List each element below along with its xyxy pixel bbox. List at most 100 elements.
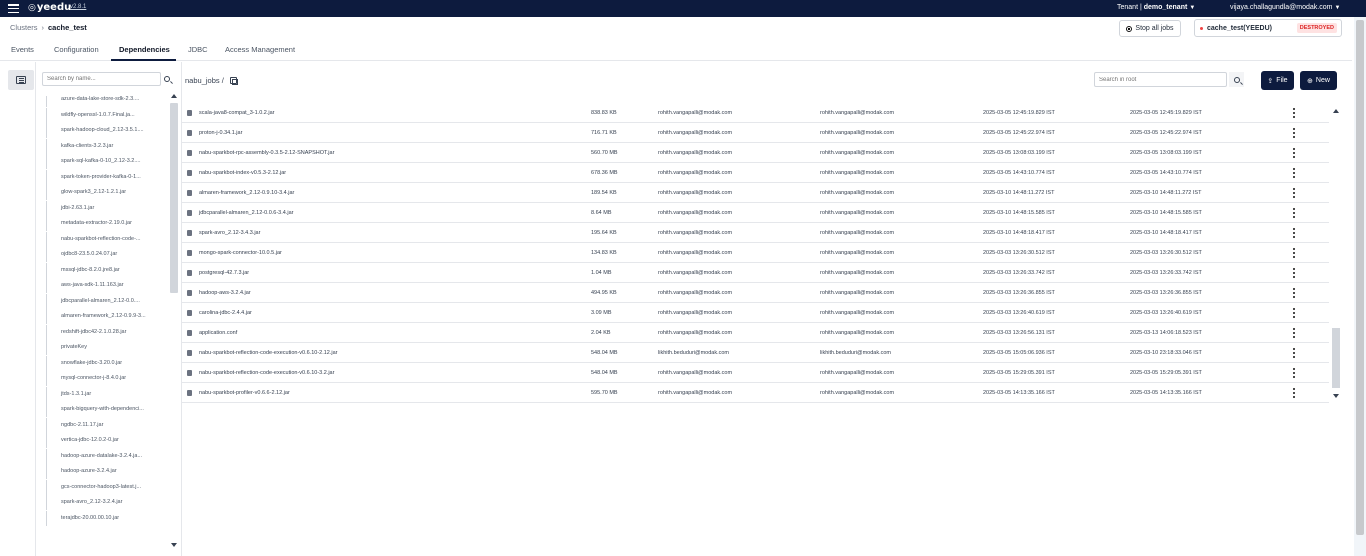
file-name: spark-avro_2.12-3.4.3.jar: [199, 230, 261, 236]
sidebar-file-item[interactable]: mysql-connector-j-8.4.0.jar: [46, 371, 168, 386]
more-options-icon[interactable]: [1292, 168, 1296, 178]
more-options-icon[interactable]: [1292, 148, 1296, 158]
more-options-icon[interactable]: [1292, 208, 1296, 218]
user-menu[interactable]: vijaya.challagundla@modak.com ▼: [1230, 4, 1340, 11]
sidebar-file-item[interactable]: spark-token-provider-kafka-0-1...: [46, 169, 168, 185]
table-row[interactable]: nabu-sparkbot-rpc-assembly-0.3.5-2.12-SN…: [182, 143, 1329, 163]
toggle-sidebar-button[interactable]: [8, 70, 34, 90]
sidebar-file-item[interactable]: hadoop-azure-3.2.4.jar: [46, 464, 168, 479]
file-size: 595.70 MB: [591, 390, 618, 396]
file-icon: [187, 370, 192, 376]
table-row[interactable]: postgresql-42.7.3.jar 1.04 MB rohith.vanga…: [182, 263, 1329, 283]
more-options-icon[interactable]: [1292, 128, 1296, 138]
tenant-selector[interactable]: Tenant | demo_tenant ▼: [1117, 4, 1195, 11]
sidebar-file-item[interactable]: gcs-connector-hadoop3-latest.j...: [46, 479, 168, 495]
more-options-icon[interactable]: [1292, 348, 1296, 358]
more-options-icon[interactable]: [1292, 248, 1296, 258]
table-scrollbar-thumb[interactable]: [1332, 328, 1340, 388]
page-scrollbar-thumb[interactable]: [1356, 20, 1364, 535]
created-by: rohith.vangapalli@modak.com: [658, 110, 733, 116]
sidebar-file-item[interactable]: jdbi-2.63.1.jar: [46, 200, 168, 216]
more-options-icon[interactable]: [1292, 288, 1296, 298]
created-by: rohith.vangapalli@modak.com: [658, 310, 733, 316]
tab-events[interactable]: Events: [11, 45, 34, 54]
root-search-button[interactable]: [1229, 72, 1244, 87]
breadcrumb-clusters[interactable]: Clusters: [10, 23, 38, 32]
table-row[interactable]: nabu-sparkbot-reflection-code-execution-…: [182, 363, 1329, 383]
sidebar-file-item[interactable]: almaren-framework_2.12-0.9.9-3...: [46, 309, 168, 324]
brand-logo[interactable]: ◎yeedu: [28, 2, 71, 13]
sidebar-file-item[interactable]: spark-avro_2.12-3.2.4.jar: [46, 495, 168, 510]
tab-access-management[interactable]: Access Management: [225, 45, 295, 54]
sidebar-file-item[interactable]: jdbcparallel-almaren_2.12-0.0....: [46, 293, 168, 309]
scroll-up-icon[interactable]: [1333, 109, 1339, 113]
table-row[interactable]: almaren-framework_2.12-0.9.10-3.4.jar 189…: [182, 183, 1329, 203]
copy-icon[interactable]: [229, 77, 238, 85]
sidebar-file-item[interactable]: metadata-extractor-2.19.0.jar: [46, 216, 168, 231]
more-options-icon[interactable]: [1292, 228, 1296, 238]
sidebar-file-item[interactable]: mssql-jdbc-8.2.0.jre8.jar: [46, 262, 168, 278]
tab-configuration[interactable]: Configuration: [54, 45, 99, 54]
more-options-icon[interactable]: [1292, 188, 1296, 198]
created-at: 2025-03-05 12:45:22.974 IST: [983, 130, 1055, 136]
table-row[interactable]: nabu-sparkbot-reflection-code-execution-…: [182, 343, 1329, 363]
tab-jdbc[interactable]: JDBC: [188, 45, 208, 54]
more-options-icon[interactable]: [1292, 268, 1296, 278]
stop-all-jobs-button[interactable]: Stop all jobs: [1119, 20, 1181, 37]
table-row[interactable]: application.conf 2.04 KB rohith.vangapalli…: [182, 323, 1329, 343]
sidebar-file-item[interactable]: redshift-jdbc42-2.1.0.28.jar: [46, 324, 168, 340]
sidebar-file-item[interactable]: jtds-1.3.1.jar: [46, 386, 168, 402]
more-options-icon[interactable]: [1292, 108, 1296, 118]
sidebar-file-item[interactable]: privateKey: [46, 340, 168, 355]
table-row[interactable]: carolina-jdbc-2.4.4.jar 3.09 MB rohith.van…: [182, 303, 1329, 323]
sidebar-file-item[interactable]: kafka-clients-3.2.3.jar: [46, 138, 168, 154]
more-options-icon[interactable]: [1292, 368, 1296, 378]
modified-by: rohith.vangapalli@modak.com: [820, 130, 895, 136]
more-options-icon[interactable]: [1292, 308, 1296, 318]
more-options-icon[interactable]: [1292, 328, 1296, 338]
updated-at: 2025-03-10 14:48:15.585 IST: [1130, 210, 1202, 216]
sidebar-search-input[interactable]: [42, 72, 161, 86]
sidebar-file-item[interactable]: spark-bigquery-with-dependenci...: [46, 402, 168, 417]
sidebar-file-item[interactable]: glow-spark3_2.12-1.2.1.jar: [46, 185, 168, 200]
scroll-down-icon[interactable]: [1333, 394, 1339, 398]
search-icon: [164, 76, 170, 82]
table-row[interactable]: proton-j-0.34.1.jar 716.71 KB rohith.vanga…: [182, 123, 1329, 143]
table-row[interactable]: nabu-sparkbot-profiler-v0.6.6-2.12.jar 59…: [182, 383, 1329, 403]
table-row[interactable]: mongo-spark-connector-10.0.5.jar 134.83 K…: [182, 243, 1329, 263]
sidebar-scrollbar-thumb[interactable]: [170, 103, 178, 293]
table-row[interactable]: spark-avro_2.12-3.4.3.jar 195.64 KB rohith…: [182, 223, 1329, 243]
plus-circle-icon: ⊕: [1307, 77, 1313, 85]
table-row[interactable]: jdbcparallel-almaren_2.12-0.0.6-3.4.jar 8…: [182, 203, 1329, 223]
updated-at: 2025-03-10 23:18:33.046 IST: [1130, 350, 1202, 356]
menu-icon[interactable]: [8, 3, 19, 14]
scroll-up-icon[interactable]: [171, 94, 177, 98]
upload-file-button[interactable]: ⇪ File: [1261, 71, 1294, 90]
table-row[interactable]: hadoop-aws-3.2.4.jar 494.95 KB rohith.vang…: [182, 283, 1329, 303]
sidebar-file-item[interactable]: ngdbc-2.11.17.jar: [46, 417, 168, 433]
root-search-input[interactable]: [1094, 72, 1227, 87]
sidebar-file-item[interactable]: aws-java-sdk-1.11.163.jar: [46, 278, 168, 293]
version-link[interactable]: v2.8.1: [70, 4, 86, 10]
sidebar-file-item[interactable]: hadoop-azure-datalake-3.2.4.ja...: [46, 448, 168, 464]
sidebar-file-item[interactable]: terajdbc-20.00.00.10.jar: [46, 510, 168, 526]
sidebar-file-item[interactable]: nabu-sparkbot-reflection-code-...: [46, 231, 168, 247]
tab-dependencies[interactable]: Dependencies: [119, 45, 170, 54]
sidebar-file-item[interactable]: snowflake-jdbc-3.20.0.jar: [46, 355, 168, 371]
updated-at: 2025-03-03 13:26:40.619 IST: [1130, 310, 1202, 316]
more-options-icon[interactable]: [1292, 388, 1296, 398]
sidebar-file-item[interactable]: vertica-jdbc-12.0.2-0.jar: [46, 433, 168, 448]
table-row[interactable]: scala-java8-compat_3-1.0.2.jar 838.83 KB r…: [182, 103, 1329, 123]
sidebar-file-item[interactable]: wildfly-openssl-1.0.7.Final.ja...: [46, 107, 168, 123]
file-icon: [187, 310, 192, 316]
created-by: rohith.vangapalli@modak.com: [658, 190, 733, 196]
new-button[interactable]: ⊕ New: [1300, 71, 1337, 90]
sidebar-file-item[interactable]: ojdbc8-23.5.0.24.07.jar: [46, 247, 168, 262]
sidebar-file-item[interactable]: spark-sql-kafka-0-10_2.12-3.2....: [46, 154, 168, 169]
sidebar-file-item[interactable]: azure-data-lake-store-sdk-2.3....: [46, 96, 168, 107]
sidebar-search-button[interactable]: [162, 73, 172, 85]
scroll-down-icon[interactable]: [171, 543, 177, 547]
sidebar-file-item[interactable]: spark-hadoop-cloud_2.12-3.5.1....: [46, 123, 168, 138]
file-name: nabu-sparkbot-rpc-assembly-0.3.5-2.12-SN…: [199, 150, 335, 156]
table-row[interactable]: nabu-sparkbot-index-v0.5.3-2.12.jar 678.3…: [182, 163, 1329, 183]
